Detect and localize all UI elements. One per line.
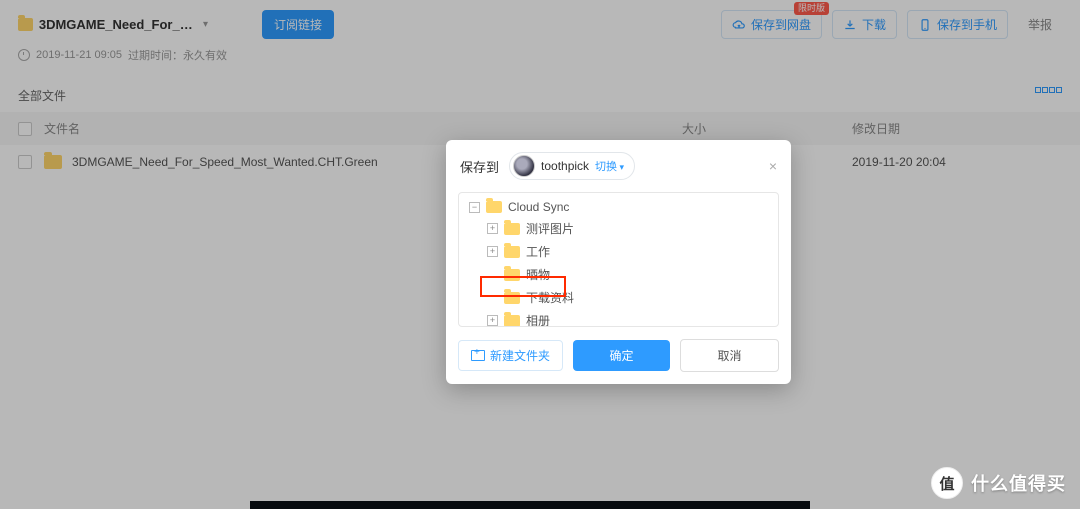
save-phone-label: 保存到手机 (937, 16, 997, 33)
chevron-down-icon: ▾ (203, 19, 208, 30)
tree-item-work[interactable]: + 工作 (459, 240, 778, 263)
tree-label: 晒物 (526, 266, 550, 283)
cancel-button[interactable]: 取消 (680, 339, 779, 372)
spacer (487, 292, 498, 303)
spacer (487, 269, 498, 280)
col-size: 大小 (682, 120, 852, 137)
clock-icon (18, 49, 30, 61)
row-date: 2019-11-20 20:04 (852, 155, 1062, 169)
tree-label: 下载资料 (526, 289, 574, 306)
tree-item-downloads[interactable]: 下载资料 (459, 286, 778, 309)
phone-icon (918, 18, 932, 32)
save-to-phone-button[interactable]: 保存到手机 (907, 10, 1008, 39)
download-icon (843, 18, 857, 32)
download-label: 下载 (862, 16, 886, 33)
share-title-chip[interactable]: 3DMGAME_Need_For_Sp... ▾ (18, 17, 208, 32)
tree-label: 测评图片 (526, 220, 574, 237)
col-name: 文件名 (44, 120, 682, 137)
folder-icon (504, 292, 520, 304)
folder-tree[interactable]: − Cloud Sync + 测评图片 + 工作 晒物 下载资料 + 相册 (458, 192, 779, 327)
breadcrumb-all-files[interactable]: 全部文件 (18, 87, 66, 104)
tree-item-cloud-sync[interactable]: − Cloud Sync (459, 197, 778, 217)
folder-icon (504, 315, 520, 327)
save-cloud-label: 保存到网盘 (751, 16, 811, 33)
user-pill[interactable]: toothpick 切换 (509, 152, 635, 180)
header-bar: 3DMGAME_Need_For_Sp... ▾ 订阅链接 保存到网盘 限时版 … (0, 0, 1080, 47)
tree-item-shaidan[interactable]: 晒物 (459, 263, 778, 286)
new-folder-icon (471, 350, 485, 361)
cloud-icon (732, 18, 746, 32)
report-button[interactable]: 举报 (1018, 11, 1062, 38)
save-to-modal: 保存到 toothpick 切换 × − Cloud Sync + 测评图片 +… (446, 140, 791, 384)
expand-icon[interactable]: + (487, 246, 498, 257)
watermark: 值 什么值得买 (931, 467, 1066, 499)
modal-title: 保存到 (460, 157, 499, 176)
bottom-strip (250, 501, 810, 509)
subscribe-button[interactable]: 订阅链接 (262, 10, 334, 39)
tree-item-album[interactable]: + 相册 (459, 309, 778, 327)
expand-icon[interactable]: + (487, 223, 498, 234)
tree-label: 相册 (526, 312, 550, 327)
switch-user-link[interactable]: 切换 (595, 158, 624, 174)
expire-label: 过期时间：永久有效 (128, 47, 227, 63)
user-name: toothpick (541, 159, 589, 173)
limited-badge: 限时版 (794, 2, 829, 15)
modal-header: 保存到 toothpick 切换 × (446, 140, 791, 192)
folder-icon (504, 246, 520, 258)
modal-footer: 新建文件夹 确定 取消 (446, 327, 791, 384)
close-icon[interactable]: × (769, 158, 777, 174)
share-timestamp: 2019-11-21 09:05 (36, 49, 122, 61)
tree-label: Cloud Sync (508, 200, 569, 214)
folder-icon (44, 155, 62, 169)
download-button[interactable]: 下载 (832, 10, 897, 39)
tree-item-review-pics[interactable]: + 测评图片 (459, 217, 778, 240)
tree-label: 工作 (526, 243, 550, 260)
header-actions: 保存到网盘 限时版 下载 保存到手机 举报 (721, 10, 1062, 39)
expand-icon[interactable]: + (487, 315, 498, 326)
select-all-checkbox[interactable] (18, 122, 32, 136)
watermark-icon: 值 (931, 467, 963, 499)
folder-icon (486, 201, 502, 213)
folder-icon (504, 269, 520, 281)
meta-line: 2019-11-21 09:05 过期时间：永久有效 (0, 47, 1080, 77)
col-date: 修改日期 (852, 120, 1062, 137)
share-title: 3DMGAME_Need_For_Sp... (39, 17, 195, 32)
folder-icon (18, 18, 33, 31)
watermark-text: 什么值得买 (971, 470, 1066, 496)
save-to-cloud-button[interactable]: 保存到网盘 限时版 (721, 10, 822, 39)
folder-icon (504, 223, 520, 235)
grid-view-icon[interactable] (1035, 87, 1062, 104)
new-folder-label: 新建文件夹 (490, 347, 550, 364)
confirm-button[interactable]: 确定 (573, 340, 670, 371)
row-checkbox[interactable] (18, 155, 32, 169)
collapse-icon[interactable]: − (469, 202, 480, 213)
new-folder-button[interactable]: 新建文件夹 (458, 340, 563, 371)
breadcrumb: 全部文件 (0, 77, 1080, 112)
avatar (513, 155, 535, 177)
